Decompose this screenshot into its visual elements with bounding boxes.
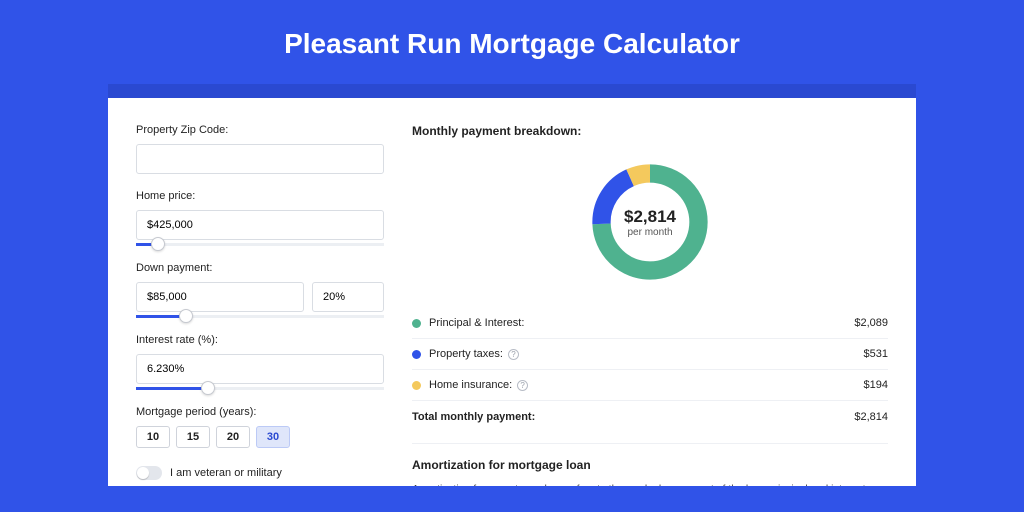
home-price-label: Home price: [136, 190, 384, 202]
down-payment-row: Down payment: [136, 262, 384, 318]
period-option-15[interactable]: 15 [176, 426, 210, 448]
total-row: Total monthly payment: $2,814 [412, 400, 888, 435]
donut-wrap: $2,814 per month [412, 148, 888, 308]
legend-row: Property taxes:?$531 [412, 339, 888, 370]
interest-slider-thumb[interactable] [201, 381, 215, 395]
interest-slider[interactable] [136, 387, 384, 390]
page-title: Pleasant Run Mortgage Calculator [0, 0, 1024, 84]
legend-swatch [412, 350, 421, 359]
veteran-label: I am veteran or military [170, 467, 282, 479]
period-option-10[interactable]: 10 [136, 426, 170, 448]
donut-center: $2,814 per month [586, 158, 714, 286]
legend-value: $2,089 [854, 317, 888, 329]
breakdown-heading: Monthly payment breakdown: [412, 124, 888, 138]
legend-label: Property taxes:? [429, 348, 864, 360]
home-price-slider[interactable] [136, 243, 384, 246]
period-options: 10 15 20 30 [136, 426, 384, 448]
period-option-20[interactable]: 20 [216, 426, 250, 448]
veteran-row: I am veteran or military [136, 466, 384, 480]
legend-row: Home insurance:?$194 [412, 370, 888, 400]
info-icon[interactable]: ? [508, 349, 519, 360]
legend-label-text: Home insurance: [429, 379, 512, 391]
inputs-column: Property Zip Code: Home price: Down paym… [136, 124, 384, 486]
total-value: $2,814 [854, 411, 888, 423]
donut-sub: per month [627, 227, 672, 238]
content-band: Property Zip Code: Home price: Down paym… [108, 84, 916, 486]
donut-value: $2,814 [624, 207, 676, 227]
legend-value: $531 [864, 348, 888, 360]
legend-swatch [412, 319, 421, 328]
legend: Principal & Interest: $2,089 Property taxe… [412, 308, 888, 400]
interest-slider-fill [136, 387, 208, 390]
home-price-row: Home price: [136, 190, 384, 246]
donut-chart: $2,814 per month [586, 158, 714, 286]
veteran-toggle[interactable] [136, 466, 162, 480]
amortization-heading: Amortization for mortgage loan [412, 458, 888, 472]
legend-label: Home insurance:? [429, 379, 864, 391]
breakdown-column: Monthly payment breakdown: $2,814 per mo… [412, 124, 888, 486]
zip-field-row: Property Zip Code: [136, 124, 384, 174]
legend-label: Principal & Interest: [429, 317, 854, 329]
legend-row: Principal & Interest: $2,089 [412, 308, 888, 339]
down-payment-slider-thumb[interactable] [179, 309, 193, 323]
home-price-slider-thumb[interactable] [151, 237, 165, 251]
info-icon[interactable]: ? [517, 380, 528, 391]
legend-label-text: Principal & Interest: [429, 317, 524, 329]
period-row-wrap: Mortgage period (years): 10 15 20 30 [136, 406, 384, 448]
legend-label-text: Property taxes: [429, 348, 503, 360]
down-payment-label: Down payment: [136, 262, 384, 274]
home-price-input[interactable] [136, 210, 384, 240]
calculator-card: Property Zip Code: Home price: Down paym… [108, 98, 916, 486]
interest-row: Interest rate (%): [136, 334, 384, 390]
period-label: Mortgage period (years): [136, 406, 384, 418]
amortization-block: Amortization for mortgage loan Amortizat… [412, 443, 888, 486]
legend-swatch [412, 381, 421, 390]
zip-input[interactable] [136, 144, 384, 174]
total-label: Total monthly payment: [412, 411, 854, 423]
down-payment-pct-input[interactable] [312, 282, 384, 312]
zip-label: Property Zip Code: [136, 124, 384, 136]
period-option-30[interactable]: 30 [256, 426, 290, 448]
interest-input[interactable] [136, 354, 384, 384]
down-payment-input[interactable] [136, 282, 304, 312]
interest-label: Interest rate (%): [136, 334, 384, 346]
amortization-text: Amortization for a mortgage loan refers … [412, 482, 888, 486]
toggle-knob [137, 467, 149, 479]
legend-value: $194 [864, 379, 888, 391]
down-payment-slider[interactable] [136, 315, 384, 318]
